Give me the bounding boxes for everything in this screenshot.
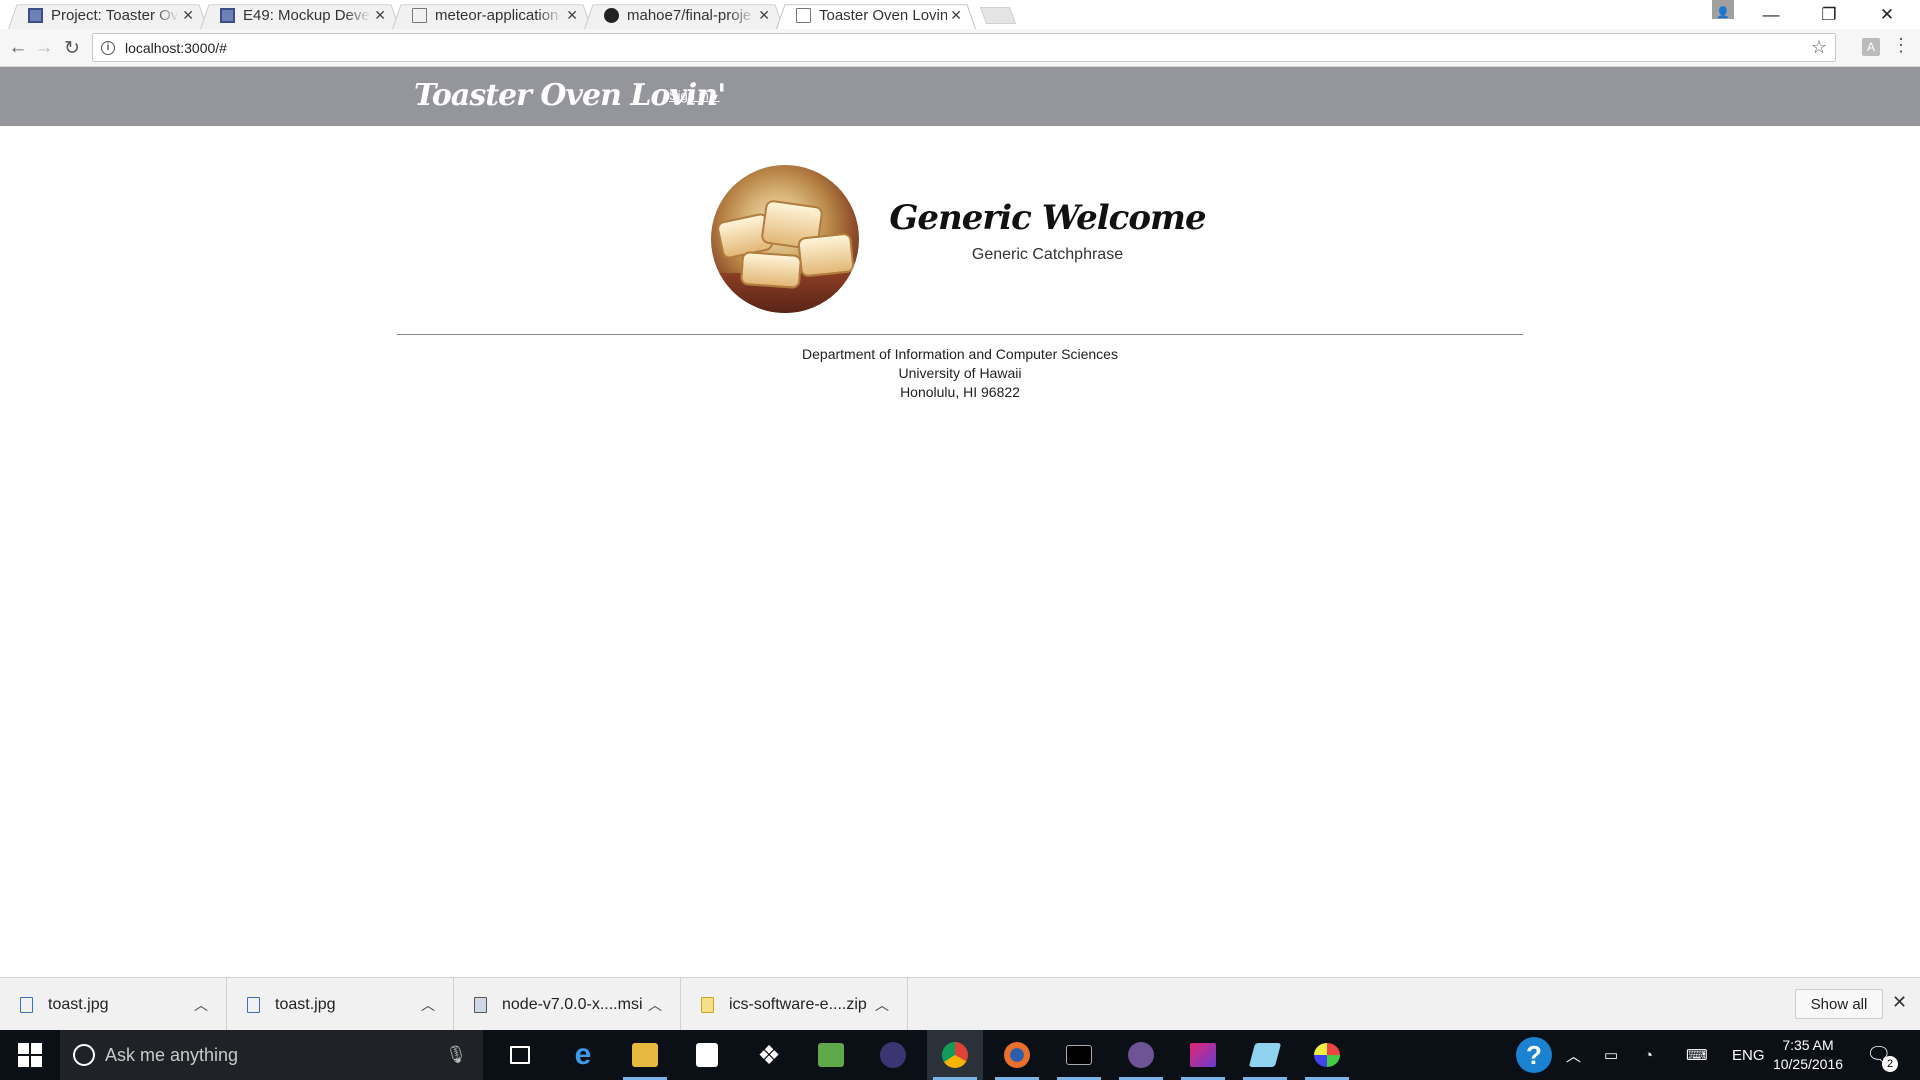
window-close-icon[interactable]: ✕ — [1858, 0, 1916, 29]
site-navbar: Toaster Oven Lovin' Sign in ▼ — [0, 67, 1920, 126]
github-icon — [604, 8, 619, 23]
document-icon — [796, 8, 811, 23]
chevron-up-icon[interactable]: ︿ — [421, 995, 435, 1015]
language-indicator[interactable]: ENG — [1732, 1030, 1765, 1080]
microphone-icon[interactable]: 🎙 — [445, 1045, 467, 1065]
image-file-icon — [20, 996, 33, 1013]
clock[interactable]: 7:35 AM 10/25/2016 — [1770, 1036, 1846, 1074]
signin-label: Sign in — [669, 88, 709, 103]
clock-date: 10/25/2016 — [1772, 1056, 1844, 1072]
image-file-icon — [247, 996, 260, 1013]
catchphrase: Generic Catchphrase — [971, 246, 1124, 263]
download-filename: ics-software-e....zip — [729, 995, 867, 1013]
download-filename: toast.jpg — [275, 995, 336, 1013]
download-filename: toast.jpg — [48, 995, 109, 1013]
battery-icon[interactable]: ▭ — [1604, 1030, 1618, 1080]
evernote-icon[interactable] — [803, 1030, 859, 1080]
close-icon[interactable]: ✕ — [758, 7, 770, 24]
wifi-icon[interactable]: ◔ — [1644, 1030, 1653, 1080]
new-tab-button[interactable] — [979, 7, 1017, 24]
tab-title: mahoe7/final-proje — [627, 7, 752, 24]
show-hidden-icons-chevron[interactable]: ︿ — [1566, 1030, 1581, 1080]
back-arrow-icon[interactable]: ← — [6, 36, 30, 60]
close-shelf-icon[interactable]: ✕ — [1892, 992, 1907, 1013]
keyboard-icon[interactable]: ⌨ — [1686, 1030, 1708, 1080]
chevron-up-icon[interactable]: ︿ — [648, 995, 662, 1015]
close-icon[interactable]: ✕ — [566, 7, 578, 24]
browser-toolbar: ← → ↻ i localhost:3000/# ☆ A ⋮ — [0, 29, 1920, 67]
tab-toaster-oven-lovin[interactable]: Toaster Oven Lovin' ✕ — [776, 2, 976, 29]
cortana-search-box[interactable]: Ask me anything 🎙 — [60, 1030, 483, 1080]
extension-icon[interactable]: A — [1862, 38, 1880, 56]
help-icon[interactable]: ? — [1516, 1030, 1552, 1080]
footer-department: Department of Information and Computer S… — [802, 346, 1118, 362]
close-icon[interactable]: ✕ — [950, 7, 962, 24]
chevron-up-icon[interactable]: ︿ — [875, 995, 889, 1015]
close-icon[interactable]: ✕ — [374, 7, 386, 24]
info-icon[interactable]: i — [101, 40, 115, 55]
paint-icon[interactable] — [1299, 1030, 1355, 1080]
profile-icon[interactable]: 👤 — [1712, 0, 1734, 19]
caret-down-icon: ▼ — [710, 92, 720, 102]
chrome-icon[interactable] — [927, 1030, 983, 1080]
task-view-icon[interactable] — [492, 1030, 548, 1080]
tab-project-toaster-oven[interactable]: Project: Toaster Ove ✕ — [8, 2, 208, 29]
download-item[interactable]: toast.jpg ︿ — [227, 978, 454, 1031]
notepad-icon[interactable] — [1237, 1030, 1293, 1080]
cortana-icon — [73, 1044, 95, 1066]
tab-meteor-application[interactable]: meteor-application- ✕ — [392, 2, 592, 29]
address-bar[interactable]: i localhost:3000/# ☆ — [92, 33, 1836, 62]
url-text[interactable]: localhost:3000/# — [125, 40, 227, 56]
file-explorer-icon[interactable] — [617, 1030, 673, 1080]
document-icon — [412, 8, 427, 23]
forward-arrow-icon[interactable]: → — [32, 36, 56, 60]
zip-file-icon — [701, 996, 714, 1013]
download-filename: node-v7.0.0-x....msi — [502, 995, 643, 1013]
download-item[interactable]: toast.jpg ︿ — [0, 978, 227, 1031]
restore-icon[interactable]: ❐ — [1800, 0, 1858, 29]
eclipse-icon[interactable] — [865, 1030, 921, 1080]
download-item[interactable]: ics-software-e....zip ︿ — [681, 978, 908, 1031]
tab-title: Project: Toaster Ove — [51, 7, 179, 24]
clock-time: 7:35 AM — [1782, 1037, 1834, 1053]
footer-divider — [397, 334, 1523, 335]
download-shelf: toast.jpg ︿ toast.jpg ︿ node-v7.0.0-x...… — [0, 977, 1920, 1031]
project-icon — [28, 8, 43, 23]
github-desktop-icon[interactable] — [1113, 1030, 1169, 1080]
command-prompt-icon[interactable] — [1051, 1030, 1107, 1080]
store-icon[interactable] — [679, 1030, 735, 1080]
windows-start-icon[interactable] — [18, 1043, 42, 1067]
footer-university: University of Hawaii — [898, 365, 1022, 381]
signin-dropdown[interactable]: Sign in ▼ — [669, 88, 720, 103]
intellij-icon[interactable] — [1175, 1030, 1231, 1080]
chevron-up-icon[interactable]: ︿ — [194, 995, 208, 1015]
site-footer: Department of Information and Computer S… — [720, 345, 1200, 402]
edge-icon[interactable]: e — [555, 1030, 611, 1080]
tab-title: Toaster Oven Lovin' — [819, 7, 947, 24]
welcome-title: Generic Welcome — [889, 198, 1206, 238]
browser-menu-icon[interactable]: ⋮ — [1892, 35, 1910, 56]
close-icon[interactable]: ✕ — [182, 7, 194, 24]
footer-address: Honolulu, HI 96822 — [900, 384, 1020, 400]
tab-e49-mockup[interactable]: E49: Mockup Develo ✕ — [200, 2, 400, 29]
action-center-icon[interactable]: 🗨 2 — [1866, 1042, 1898, 1072]
dropbox-icon[interactable]: ❖ — [741, 1030, 797, 1080]
toast-photo — [711, 165, 859, 313]
installer-icon — [474, 996, 487, 1013]
tab-title: meteor-application- — [435, 7, 563, 24]
download-item[interactable]: node-v7.0.0-x....msi ︿ — [454, 978, 681, 1031]
taskbar: Ask me anything 🎙 e ❖ ? ︿ ▭ ◔ ⌨ ENG 7:35… — [0, 1030, 1920, 1080]
bookmark-star-icon[interactable]: ☆ — [1811, 37, 1827, 58]
show-all-button[interactable]: Show all — [1795, 989, 1883, 1019]
project-icon — [220, 8, 235, 23]
minimize-icon[interactable]: — — [1742, 0, 1800, 29]
search-placeholder: Ask me anything — [105, 1044, 239, 1065]
tab-strip: Project: Toaster Ove ✕ E49: Mockup Devel… — [0, 0, 1920, 29]
tab-github-final-project[interactable]: mahoe7/final-proje ✕ — [584, 2, 784, 29]
notification-badge: 2 — [1882, 1056, 1898, 1072]
firefox-icon[interactable] — [989, 1030, 1045, 1080]
reload-icon[interactable]: ↻ — [60, 36, 84, 60]
welcome-block: Generic Welcome Generic Catchphrase — [880, 198, 1215, 264]
tab-title: E49: Mockup Develo — [243, 7, 371, 24]
